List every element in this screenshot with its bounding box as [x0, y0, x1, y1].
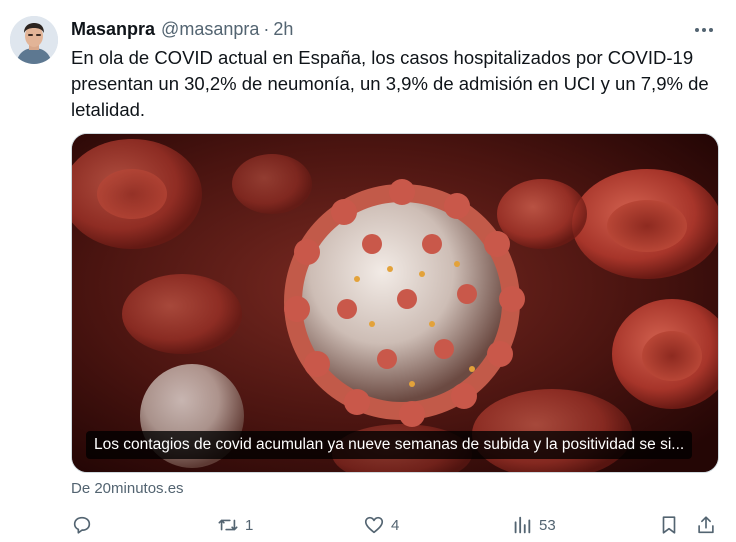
- views-icon: [514, 516, 531, 534]
- like-count: 4: [391, 516, 400, 534]
- retweet-button[interactable]: 1: [217, 512, 253, 538]
- tweet-header: Masanpra @masanpra · 2h: [71, 18, 293, 40]
- bookmark-button[interactable]: [658, 512, 680, 538]
- reply-icon: [73, 516, 91, 534]
- ellipsis-icon[interactable]: [692, 20, 716, 40]
- bookmark-icon: [662, 516, 676, 534]
- tweet-time[interactable]: 2h: [273, 19, 293, 40]
- share-button[interactable]: [695, 512, 717, 538]
- reply-button[interactable]: [71, 512, 93, 538]
- retweet-count: 1: [245, 516, 254, 534]
- retweet-icon: [218, 519, 238, 531]
- link-card-title[interactable]: Los contagios de covid acumulan ya nueve…: [86, 431, 693, 459]
- avatar[interactable]: [10, 16, 58, 64]
- tweet-text: En ola de COVID actual en España, los ca…: [71, 47, 709, 120]
- virus-image: [72, 134, 718, 472]
- views-count: 53: [539, 516, 556, 534]
- author-name[interactable]: Masanpra: [71, 19, 155, 40]
- avatar-image: [10, 16, 58, 64]
- tweet-actions: 1 4 53: [71, 512, 721, 538]
- link-card-image[interactable]: Los contagios de covid acumulan ya nueve…: [71, 133, 719, 473]
- link-source[interactable]: De 20minutos.es: [71, 480, 184, 497]
- share-icon: [698, 516, 714, 534]
- views-button[interactable]: 53: [511, 512, 556, 538]
- author-handle[interactable]: @masanpra: [161, 19, 259, 40]
- tweet: Masanpra @masanpra · 2h En ola de COVID …: [0, 0, 736, 542]
- header-separator: ·: [263, 18, 270, 39]
- heart-icon: [364, 516, 384, 534]
- like-button[interactable]: 4: [363, 512, 399, 538]
